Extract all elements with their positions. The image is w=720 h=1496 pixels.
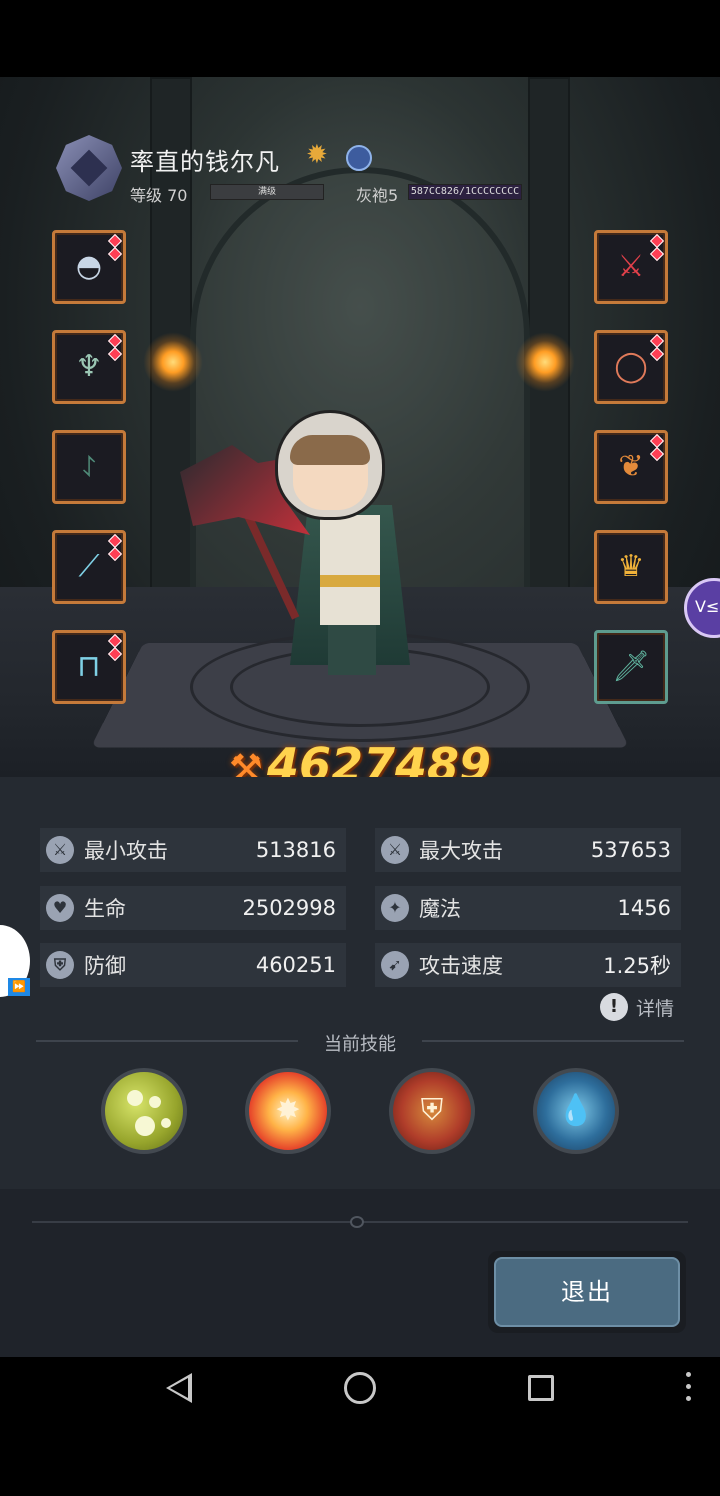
- home-icon[interactable]: [344, 1372, 376, 1404]
- necklace-icon: ❦: [618, 449, 644, 484]
- sun-badge-icon[interactable]: ✹: [306, 142, 328, 168]
- bubble: [149, 1096, 161, 1108]
- fire-shield-skill-icon[interactable]: ⛨: [389, 1068, 475, 1154]
- heart-icon: ♥: [46, 894, 74, 922]
- shield-glyph: ⛨: [420, 1093, 444, 1128]
- back-icon[interactable]: [166, 1373, 192, 1403]
- sword-icon: ⚔: [46, 836, 74, 864]
- rank-label: 灰袍5: [356, 186, 399, 205]
- equip-slot-weapon[interactable]: ⚔: [594, 230, 668, 304]
- gem-icon: [107, 546, 123, 562]
- gem-icon: [649, 446, 665, 462]
- stat-value: 1456: [617, 896, 671, 920]
- equip-slot-boots[interactable]: ⥌: [52, 430, 126, 504]
- drop-glyph: 💧: [557, 1093, 595, 1128]
- burst-glyph: ✸: [275, 1093, 301, 1128]
- player-name: 率直的钱尔凡: [130, 148, 280, 176]
- boots-icon: ⥌: [81, 449, 97, 484]
- detail-label: 详情: [636, 997, 675, 1020]
- status-bar-area: [0, 0, 720, 77]
- gem-icon: [107, 246, 123, 262]
- stat-mp: ✦ 魔法 1456: [375, 886, 681, 930]
- stat-hp: ♥ 生命 2502998: [40, 886, 346, 930]
- level-bar: 满级: [210, 184, 324, 200]
- exit-button-label: 退出: [494, 1257, 680, 1327]
- hero-body: [320, 515, 380, 625]
- more-menu-icon[interactable]: [686, 1372, 692, 1406]
- dagger-icon: 🗡: [611, 649, 651, 684]
- stat-label: 攻击速度: [419, 954, 503, 978]
- hero-character: [170, 395, 450, 695]
- gem-icon: [649, 246, 665, 262]
- equip-slot-hood[interactable]: ◓: [52, 230, 126, 304]
- equip-slot-ring[interactable]: ◯: [594, 330, 668, 404]
- gem-icon: [107, 346, 123, 362]
- gem-icon: [649, 346, 665, 362]
- equip-slot-dagger[interactable]: 🗡: [594, 630, 668, 704]
- stat-label: 生命: [84, 897, 126, 921]
- hero-belt: [320, 575, 380, 587]
- speed-icon: ➹: [381, 951, 409, 979]
- stat-value: 537653: [590, 838, 671, 862]
- stat-max-attack: ⚔ 最大攻击 537653: [375, 828, 681, 872]
- stat-label: 魔法: [419, 897, 461, 921]
- crown-icon: ♛: [617, 549, 645, 584]
- poison-skill-icon[interactable]: [101, 1068, 187, 1154]
- lamp-left: [143, 332, 203, 392]
- stat-value: 2502998: [242, 896, 336, 920]
- equip-slot-bracer[interactable]: ⟋: [52, 530, 126, 604]
- rank-exp-bar: 587CC826/1CCCCCCCC: [408, 184, 522, 200]
- stat-min-attack: ⚔ 最小攻击 513816: [40, 828, 346, 872]
- lamp-right: [515, 332, 575, 392]
- moon-badge-icon[interactable]: [346, 145, 372, 171]
- stat-label: 最大攻击: [419, 839, 503, 863]
- exit-button[interactable]: 退出: [488, 1251, 686, 1333]
- detail-button[interactable]: ! 详情: [600, 993, 674, 1021]
- bubble: [127, 1090, 143, 1106]
- magic-icon: ✦: [381, 894, 409, 922]
- stat-value: 513816: [255, 838, 336, 862]
- explosion-skill-icon[interactable]: ✸: [245, 1068, 331, 1154]
- bubble: [135, 1116, 155, 1136]
- stat-attack-speed: ➹ 攻击速度 1.25秒: [375, 943, 681, 987]
- stat-label: 最小攻击: [84, 839, 168, 863]
- level-label: 等级 70: [130, 186, 188, 205]
- fast-forward-icon[interactable]: ⏩: [8, 978, 30, 996]
- ring-icon: ◯: [614, 349, 648, 384]
- axe-icon: ⚔: [617, 249, 645, 284]
- equip-slot-necklace[interactable]: ❦: [594, 430, 668, 504]
- stat-value: 1.25秒: [603, 954, 671, 978]
- sword-icon: ⚔: [381, 836, 409, 864]
- hood-icon: ◓: [75, 249, 103, 284]
- water-shield-skill-icon[interactable]: 💧: [533, 1068, 619, 1154]
- equip-slot-crown[interactable]: ♛: [594, 530, 668, 604]
- hero-hair: [290, 435, 370, 465]
- gem-icon: [107, 646, 123, 662]
- stat-value: 460251: [255, 953, 336, 977]
- shield-icon: ⛨: [46, 951, 74, 979]
- equip-slot-pants[interactable]: ⊓: [52, 630, 126, 704]
- exclamation-icon: !: [600, 993, 628, 1021]
- stat-label: 防御: [84, 954, 126, 978]
- hero-legs: [328, 625, 376, 675]
- recent-apps-icon[interactable]: [528, 1375, 554, 1401]
- stat-defense: ⛨ 防御 460251: [40, 943, 346, 987]
- bubble: [161, 1118, 171, 1128]
- skills-title: 当前技能: [324, 1034, 396, 1055]
- equip-slot-armor[interactable]: ♆: [52, 330, 126, 404]
- bracer-icon: ⟋: [78, 549, 100, 584]
- armor-icon: ♆: [75, 349, 103, 384]
- pants-icon: ⊓: [77, 649, 101, 684]
- divider-knob: [350, 1216, 364, 1228]
